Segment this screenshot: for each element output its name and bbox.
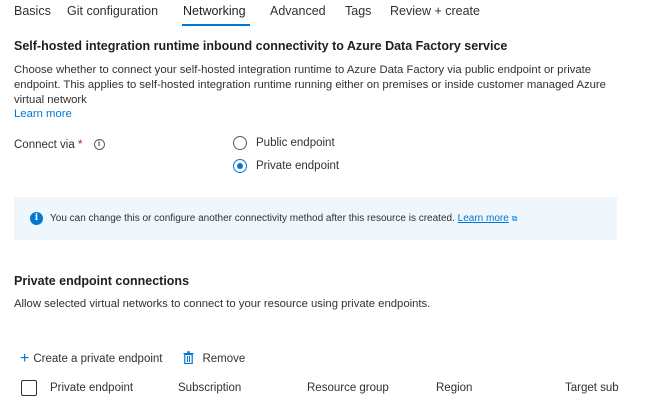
inbound-description-line-2: endpoint. This applies to self-hosted in… [14,79,606,91]
info-icon: i [30,212,43,225]
tab-networking[interactable]: Networking [183,4,246,18]
radio-selected-dot [237,163,243,169]
column-header-resource-group[interactable]: Resource group [307,382,389,394]
inbound-description: Choose whether to connect your self-host… [14,63,634,108]
inbound-description-line-3: virtual network [14,94,87,106]
inbound-heading: Self-hosted integration runtime inbound … [14,39,508,53]
radio-private-endpoint-label[interactable]: Private endpoint [256,160,339,172]
info-bar: i You can change this or configure anoth… [14,197,617,240]
info-bar-message: You can change this or configure another… [50,213,455,224]
required-marker: * [77,139,83,151]
tab-review-create[interactable]: Review + create [390,4,480,18]
trash-icon [183,350,198,367]
connect-via-label-text: Connect via [14,139,75,151]
private-endpoints-heading: Private endpoint connections [14,274,190,288]
tab-advanced[interactable]: Advanced [270,4,326,18]
select-all-checkbox[interactable] [21,380,37,396]
info-icon[interactable]: i [93,139,105,151]
create-private-endpoint-label: Create a private endpoint [33,353,163,366]
connect-via-label: Connect via * i [14,139,105,151]
info-bar-text: You can change this or configure another… [50,213,518,224]
tab-basics[interactable]: Basics [14,4,51,18]
column-header-target-sub[interactable]: Target sub [565,382,619,394]
tab-tags[interactable]: Tags [345,4,371,18]
column-header-subscription[interactable]: Subscription [178,382,241,394]
remove-button[interactable]: Remove [183,350,245,368]
plus-icon: + [20,350,30,367]
column-header-region[interactable]: Region [436,382,472,394]
radio-private-endpoint[interactable] [233,159,247,173]
radio-public-endpoint[interactable] [233,136,247,150]
tab-git-configuration[interactable]: Git configuration [67,4,158,18]
external-link-icon: ⧉ [511,214,518,223]
private-endpoints-description: Allow selected virtual networks to conne… [14,298,431,310]
remove-label: Remove [202,353,246,366]
inbound-learn-more-link[interactable]: Learn more [14,108,72,120]
create-private-endpoint-button[interactable]: + Create a private endpoint [20,350,162,368]
info-bar-learn-more-link[interactable]: Learn more [458,213,509,224]
radio-public-endpoint-label[interactable]: Public endpoint [256,137,335,149]
column-header-private-endpoint[interactable]: Private endpoint [50,382,133,394]
active-tab-indicator [182,24,250,26]
inbound-description-line-1: Choose whether to connect your self-host… [14,64,592,76]
